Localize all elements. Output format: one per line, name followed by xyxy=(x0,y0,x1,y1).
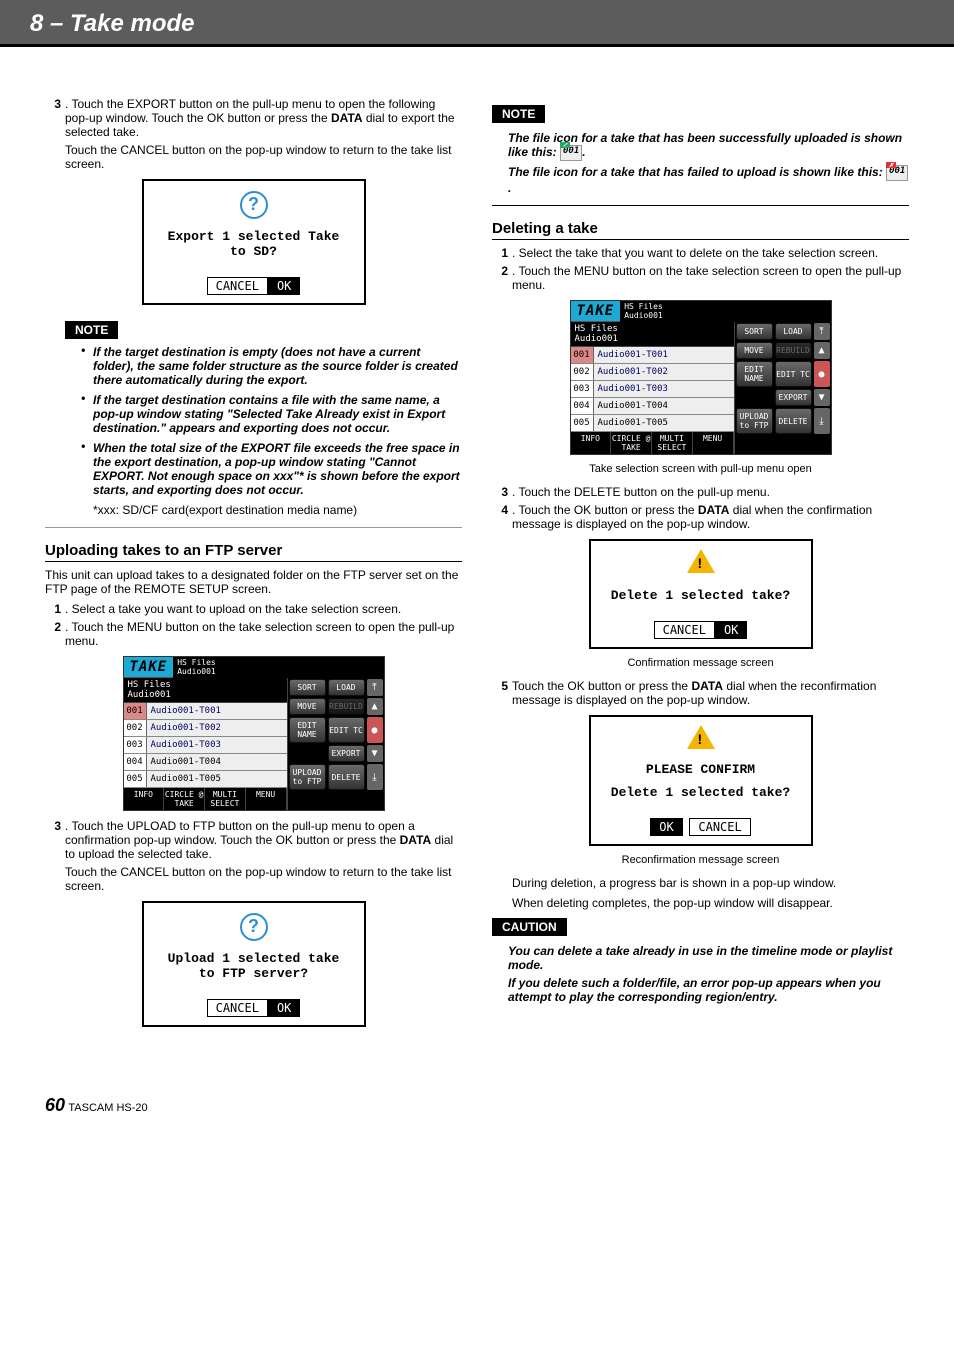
note-list: If the target destination is empty (does… xyxy=(45,345,462,497)
cancel-button[interactable]: CANCEL xyxy=(689,818,750,836)
delete-step-4: 4 . Touch the OK button or press the DAT… xyxy=(492,503,909,531)
cancel-button[interactable]: CANCEL xyxy=(207,277,268,295)
multi-select-button[interactable]: MULTI SELECT xyxy=(205,788,246,810)
delete-button[interactable]: DELETE xyxy=(328,764,365,790)
edit-tc-button[interactable]: EDIT TC xyxy=(328,717,365,743)
note-label: NOTE xyxy=(65,321,118,339)
load-button[interactable]: LOAD xyxy=(328,679,365,696)
sort-button[interactable]: SORT xyxy=(289,679,326,696)
scroll-up-icon[interactable]: ▲ xyxy=(367,698,383,715)
page-footer: 60 TASCAM HS-20 xyxy=(0,1055,954,1136)
delete-reconfirm-dialog: PLEASE CONFIRM Delete 1 selected take? O… xyxy=(589,715,813,846)
edit-tc-button[interactable]: EDIT TC xyxy=(775,361,812,387)
upload-ok-icon: ✓001 xyxy=(560,145,582,161)
page-number: 60 xyxy=(45,1095,65,1115)
upload-dialog: ? Upload 1 selected take to FTP server? … xyxy=(142,901,366,1027)
move-button[interactable]: MOVE xyxy=(736,342,773,359)
take-screen: TAKE HS FilesAudio001 HS FilesAudio001 0… xyxy=(570,300,832,455)
upload-step-3: 3 . Touch the UPLOAD to FTP button on th… xyxy=(45,819,462,893)
cancel-button[interactable]: CANCEL xyxy=(207,999,268,1017)
chapter-title: 8 – Take mode xyxy=(30,10,924,38)
warning-icon xyxy=(687,725,715,749)
rebuild-button[interactable]: REBUILD xyxy=(775,342,812,359)
delete-step-5: 5 Touch the OK button or press the DATA … xyxy=(492,679,909,707)
scroll-top-icon[interactable]: ⤒ xyxy=(814,323,830,340)
take-row[interactable]: 003Audio001-T003 xyxy=(571,381,734,398)
delete-heading: Deleting a take xyxy=(492,220,909,240)
page-content: 3 . Touch the EXPORT button on the pull-… xyxy=(0,47,954,1055)
take-row[interactable]: 003Audio001-T003 xyxy=(124,737,287,754)
scroll-thumb[interactable]: ● xyxy=(814,361,830,387)
take-row[interactable]: 002Audio001-T002 xyxy=(571,364,734,381)
scroll-down-icon[interactable]: ▼ xyxy=(367,745,383,762)
scroll-bottom-icon[interactable]: ⤓ xyxy=(367,764,383,790)
model-name: TASCAM HS-20 xyxy=(68,1102,147,1114)
upload-ftp-button[interactable]: UPLOAD to FTP xyxy=(289,764,326,790)
upload-step-2: 2 . Touch the MENU button on the take se… xyxy=(45,620,462,648)
ok-button[interactable]: OK xyxy=(650,818,682,836)
scroll-up-icon[interactable]: ▲ xyxy=(814,342,830,359)
take-list: HS FilesAudio001 001Audio001-T001 002Aud… xyxy=(571,322,735,454)
upload-heading: Uploading takes to an FTP server xyxy=(45,542,462,562)
take-row[interactable]: 005Audio001-T005 xyxy=(124,771,287,788)
multi-select-button[interactable]: MULTI SELECT xyxy=(652,432,693,454)
take-row[interactable]: 005Audio001-T005 xyxy=(571,415,734,432)
pull-up-menu: SORTLOAD⤒ MOVEREBUILD▲ EDIT NAMEEDIT TC●… xyxy=(735,322,831,454)
ok-button[interactable]: OK xyxy=(268,999,300,1017)
delete-button[interactable]: DELETE xyxy=(775,408,812,434)
take-row[interactable]: 004Audio001-T004 xyxy=(124,754,287,771)
delete-step-2: 2 . Touch the MENU button on the take se… xyxy=(492,264,909,292)
upload-ftp-button[interactable]: UPLOAD to FTP xyxy=(736,408,773,434)
pull-up-menu: SORTLOAD⤒ MOVEREBUILD▲ EDIT NAMEEDIT TC●… xyxy=(288,678,384,810)
cancel-button[interactable]: CANCEL xyxy=(654,621,715,639)
menu-button[interactable]: MENU xyxy=(693,432,734,454)
move-button[interactable]: MOVE xyxy=(289,698,326,715)
note-label: NOTE xyxy=(492,105,545,123)
scroll-down-icon[interactable]: ▼ xyxy=(814,389,830,406)
sort-button[interactable]: SORT xyxy=(736,323,773,340)
menu-button[interactable]: MENU xyxy=(246,788,287,810)
export-dialog: ? Export 1 selected Take to SD? CANCELOK xyxy=(142,179,366,305)
back-icon[interactable]: TAKE xyxy=(124,657,174,678)
export-button[interactable]: EXPORT xyxy=(775,389,812,406)
upload-step-1: 1 . Select a take you want to upload on … xyxy=(45,602,462,616)
question-icon: ? xyxy=(240,191,268,219)
caution-label: CAUTION xyxy=(492,918,567,936)
info-button[interactable]: INFO xyxy=(571,432,612,454)
export-button[interactable]: EXPORT xyxy=(328,745,365,762)
info-button[interactable]: INFO xyxy=(124,788,165,810)
take-row[interactable]: 002Audio001-T002 xyxy=(124,720,287,737)
circle-take-button[interactable]: CIRCLE @ TAKE xyxy=(164,788,205,810)
export-step-3: 3 . Touch the EXPORT button on the pull-… xyxy=(45,97,462,171)
scroll-bottom-icon[interactable]: ⤓ xyxy=(814,408,830,434)
ok-button[interactable]: OK xyxy=(268,277,300,295)
take-row[interactable]: 001Audio001-T001 xyxy=(571,347,734,364)
take-screen: TAKE HS FilesAudio001 HS FilesAudio001 0… xyxy=(123,656,385,811)
delete-step-3: 3 . Touch the DELETE button on the pull-… xyxy=(492,485,909,499)
delete-step-1: 1 . Select the take that you want to del… xyxy=(492,246,909,260)
take-row[interactable]: 004Audio001-T004 xyxy=(571,398,734,415)
back-icon[interactable]: TAKE xyxy=(571,301,621,322)
delete-confirm-dialog: Delete 1 selected take? CANCELOK xyxy=(589,539,813,649)
edit-name-button[interactable]: EDIT NAME xyxy=(736,361,773,387)
rebuild-button[interactable]: REBUILD xyxy=(328,698,365,715)
question-icon: ? xyxy=(240,913,268,941)
warning-icon xyxy=(687,549,715,573)
left-column: 3 . Touch the EXPORT button on the pull-… xyxy=(45,97,462,1035)
load-button[interactable]: LOAD xyxy=(775,323,812,340)
upload-fail-icon: ✗001 xyxy=(886,165,908,181)
edit-name-button[interactable]: EDIT NAME xyxy=(289,717,326,743)
scroll-top-icon[interactable]: ⤒ xyxy=(367,679,383,696)
take-list: HS FilesAudio001 001Audio001-T001 002Aud… xyxy=(124,678,288,810)
circle-take-button[interactable]: CIRCLE @ TAKE xyxy=(611,432,652,454)
take-row[interactable]: 001Audio001-T001 xyxy=(124,703,287,720)
right-column: NOTE The file icon for a take that has b… xyxy=(492,97,909,1035)
scroll-thumb[interactable]: ● xyxy=(367,717,383,743)
chapter-header: 8 – Take mode xyxy=(0,0,954,47)
ok-button[interactable]: OK xyxy=(715,621,747,639)
